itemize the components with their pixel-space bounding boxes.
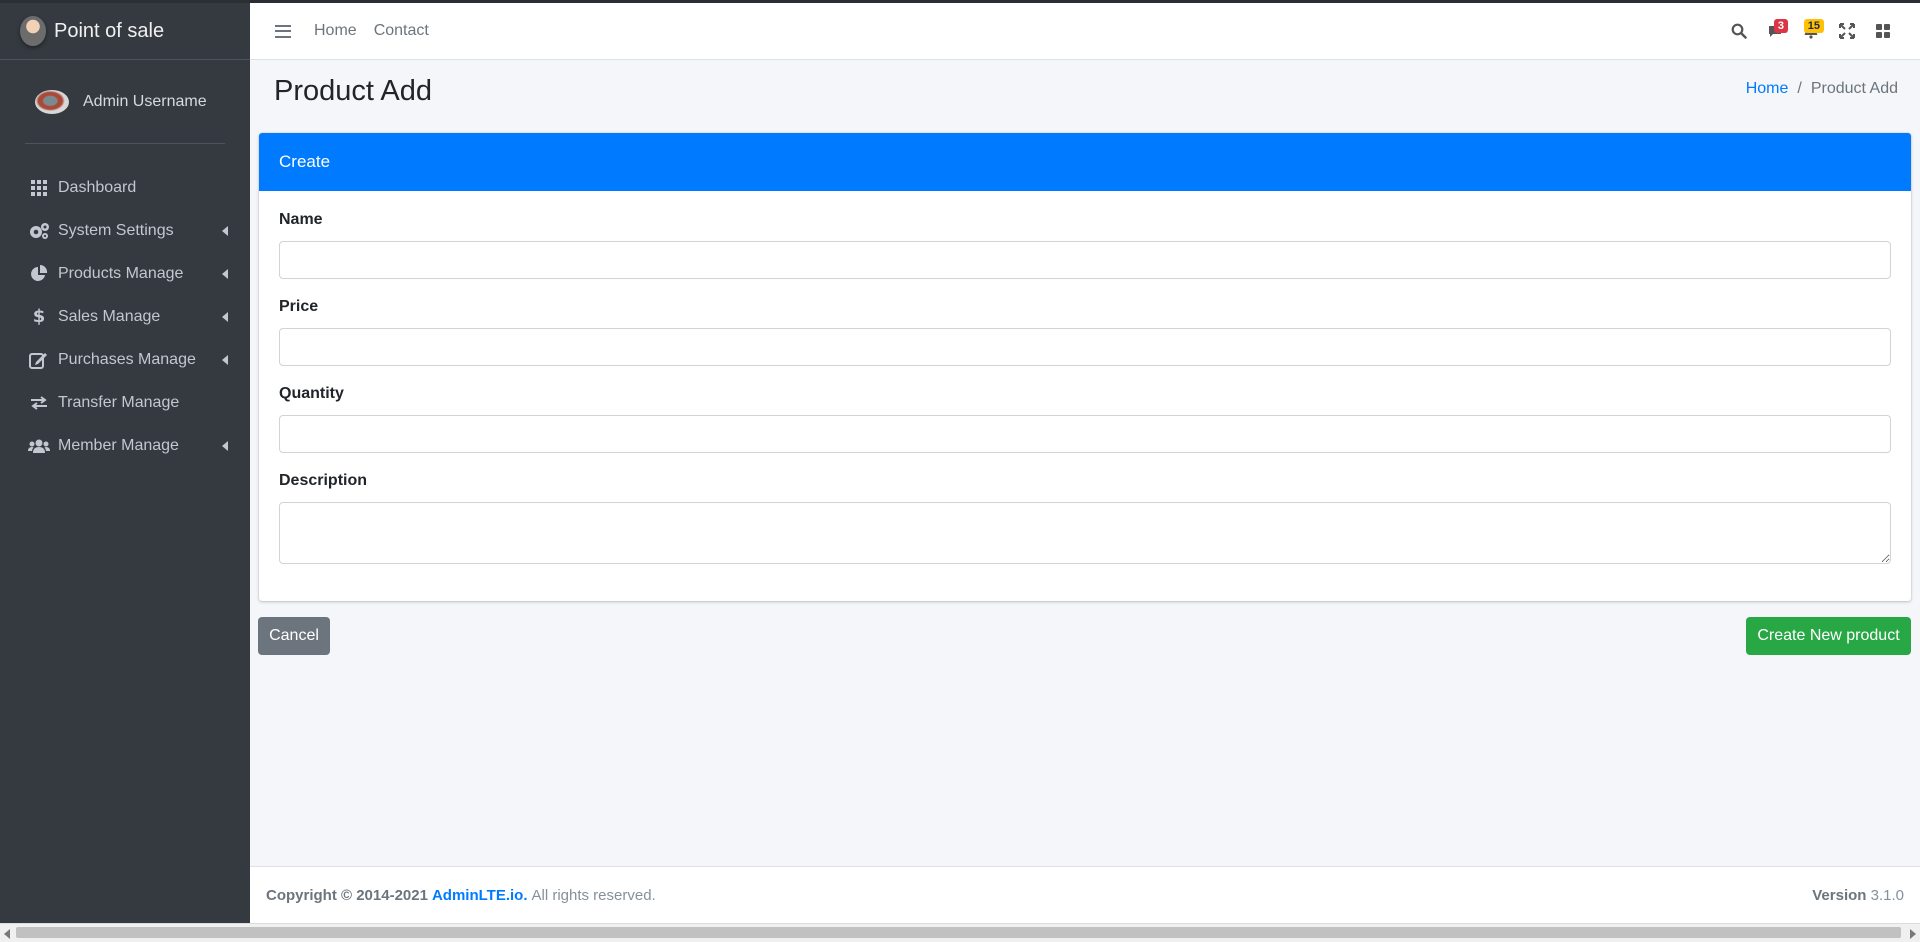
adminlte-link[interactable]: AdminLTE.io.: [432, 887, 528, 904]
card-title: Create: [279, 152, 331, 171]
sidebar-item-label: Sales Manage: [58, 307, 161, 325]
expand-arrows-icon: [1839, 23, 1855, 39]
cogs-icon: [28, 222, 50, 240]
description-form-group: Description: [279, 472, 1891, 569]
exchange-icon: [28, 394, 50, 412]
content-wrapper: Product Add Home / Product Add Create Na…: [250, 60, 1920, 866]
search-icon: [1731, 23, 1747, 39]
page-title: Product Add: [274, 75, 432, 107]
breadcrumb-separator: /: [1797, 80, 1802, 97]
sidebar-item-system-settings[interactable]: System Settings: [0, 209, 250, 252]
chevron-left-icon: [222, 268, 228, 279]
sidebar-item-label: Transfer Manage: [58, 393, 180, 411]
sidebar-item-products-manage[interactable]: Products Manage: [0, 252, 250, 295]
fullscreen-button[interactable]: [1832, 16, 1862, 46]
navbar-right: 3 15: [1718, 16, 1898, 46]
sidebar-item-label: Member Manage: [58, 436, 179, 454]
th-large-icon: [1876, 24, 1890, 38]
name-label: Name: [279, 211, 323, 228]
user-panel[interactable]: Admin Username: [25, 60, 225, 144]
breadcrumb-current: Product Add: [1810, 80, 1898, 97]
edit-icon: [28, 351, 50, 369]
sidebar-nav: Dashboard System Settings Products Manag…: [0, 166, 250, 467]
top-navbar: Home Contact 3 15: [250, 3, 1920, 60]
th-grid-icon: [28, 179, 50, 197]
sidebar-item-member-manage[interactable]: Member Manage: [0, 424, 250, 467]
name-input[interactable]: [279, 241, 1891, 279]
price-label: Price: [279, 298, 319, 315]
chevron-left-icon: [222, 354, 228, 365]
version-label: Version: [1812, 886, 1867, 904]
version-number: 3.1.0: [1870, 886, 1904, 904]
quantity-form-group: Quantity: [279, 385, 1891, 453]
sidebar-item-purchases-manage[interactable]: Purchases Manage: [0, 338, 250, 381]
quantity-label: Quantity: [279, 385, 344, 402]
users-icon: [28, 437, 50, 455]
sidebar-item-sales-manage[interactable]: $ Sales Manage: [0, 295, 250, 338]
brand-title: Point of sale: [54, 19, 165, 42]
chevron-left-icon: [222, 225, 228, 236]
avatar: [35, 89, 69, 114]
notifications-button[interactable]: 15: [1796, 16, 1826, 46]
version-info: Version 3.1.0: [1812, 887, 1904, 904]
brand-logo: [20, 16, 46, 46]
main-sidebar: Point of sale Admin Username Dashboard S…: [0, 3, 250, 923]
sidebar-item-transfer-manage[interactable]: Transfer Manage: [0, 381, 250, 424]
chart-pie-icon: [28, 264, 50, 283]
user-name: Admin Username: [83, 92, 207, 110]
quantity-input[interactable]: [279, 415, 1891, 453]
nav-link-contact[interactable]: Contact: [374, 22, 429, 40]
scroll-left-icon[interactable]: [4, 929, 10, 939]
main-footer: Copyright © 2014-2021 AdminLTE.io. All r…: [250, 866, 1920, 923]
chevron-left-icon: [222, 311, 228, 322]
name-form-group: Name: [279, 211, 1891, 279]
menu-toggle-icon[interactable]: [275, 24, 291, 38]
search-button[interactable]: [1724, 16, 1754, 46]
horizontal-scrollbar[interactable]: [0, 923, 1920, 942]
sidebar-item-dashboard[interactable]: Dashboard: [0, 166, 250, 209]
messages-button[interactable]: 3: [1760, 16, 1790, 46]
sidebar-item-label: Dashboard: [58, 178, 137, 196]
rights-text: All rights reserved.: [531, 886, 656, 904]
sidebar-item-label: Purchases Manage: [58, 350, 196, 368]
nav-link-home[interactable]: Home: [314, 22, 357, 40]
card-header: Create: [259, 133, 1911, 191]
cancel-button[interactable]: Cancel: [258, 617, 330, 655]
sidebar-item-label: Products Manage: [58, 264, 184, 282]
dollar-icon: $: [32, 306, 46, 327]
breadcrumb: Home / Product Add: [1746, 80, 1898, 98]
scrollbar-thumb[interactable]: [16, 927, 1901, 938]
copyright-text: Copyright © 2014-2021: [266, 886, 428, 904]
create-product-button[interactable]: Create New product: [1746, 617, 1911, 655]
breadcrumb-home-link[interactable]: Home: [1746, 80, 1789, 98]
brand-link[interactable]: Point of sale: [0, 3, 250, 60]
price-form-group: Price: [279, 298, 1891, 366]
notifications-badge: 15: [1803, 19, 1824, 33]
price-input[interactable]: [279, 328, 1891, 366]
control-sidebar-button[interactable]: [1868, 16, 1898, 46]
scroll-right-icon[interactable]: [1910, 929, 1916, 939]
chevron-left-icon: [222, 440, 228, 451]
description-textarea[interactable]: [279, 502, 1891, 564]
messages-badge: 3: [1773, 19, 1788, 33]
description-label: Description: [279, 472, 368, 489]
sidebar-item-label: System Settings: [58, 221, 174, 239]
card-body: Name Price Quantity Description: [259, 191, 1911, 569]
create-product-card: Create Name Price Quantity Description: [259, 133, 1911, 601]
